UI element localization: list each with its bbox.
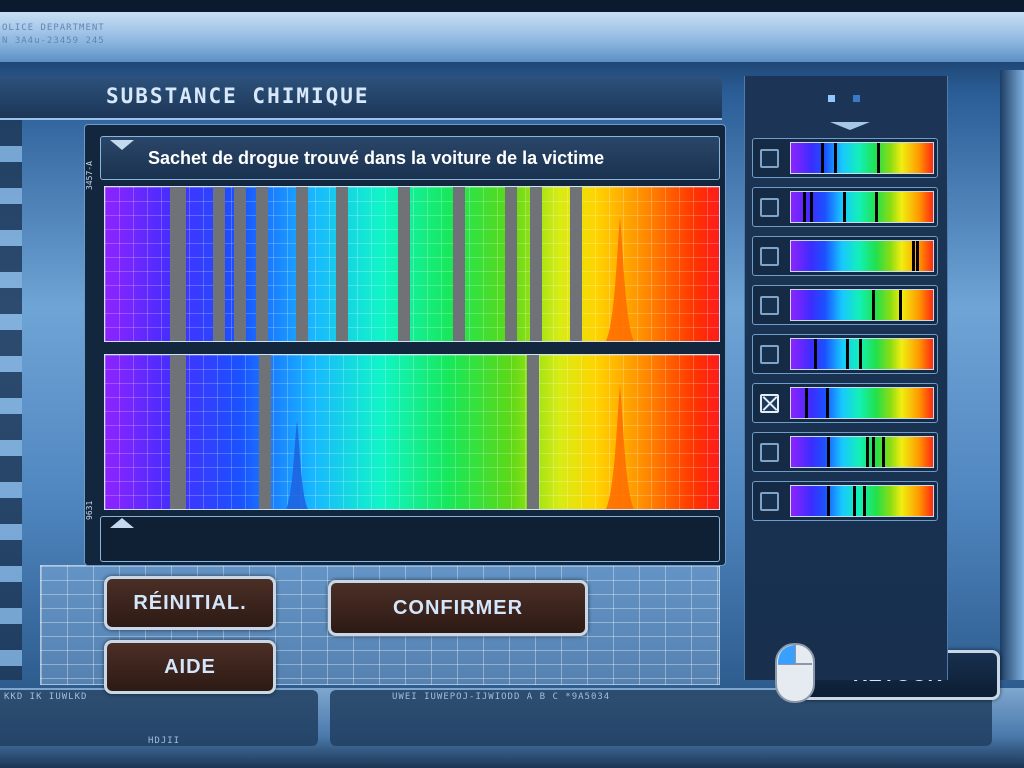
help-button[interactable]: AIDE	[104, 640, 276, 694]
substance-spectrum-thumbnail	[790, 191, 934, 223]
spectrum-line	[872, 290, 875, 320]
checkbox[interactable]	[760, 296, 779, 315]
spectrum-line	[877, 143, 880, 173]
result-strip	[100, 516, 720, 562]
bottom-mid-text: UWEI IUWEPOJ-IJWIODD A B C *9A5034	[392, 692, 611, 702]
substance-spectrum-thumbnail	[790, 338, 934, 370]
spectrum-line	[834, 143, 837, 173]
spectrum-line	[827, 437, 830, 467]
page-title: SUBSTANCE CHIMIQUE	[106, 84, 370, 108]
right-edge-decoration	[1000, 70, 1024, 680]
substance-spectrum-thumbnail	[790, 142, 934, 174]
checkbox[interactable]	[760, 198, 779, 217]
corner-text-line-1: OLICE DEPARTMENT	[2, 23, 105, 33]
side-label-top: 3457-A	[85, 161, 94, 190]
spectrum-line	[859, 339, 862, 369]
reference-peak-2-icon	[605, 385, 635, 509]
spectrum-line	[803, 192, 806, 222]
spectrum-line	[863, 486, 866, 516]
sample-spectrum-band	[336, 187, 348, 341]
substance-spectrum-thumbnail	[790, 436, 934, 468]
substance-list-item[interactable]	[752, 138, 938, 178]
spectrum-line	[853, 486, 856, 516]
sample-spectrum-band	[234, 187, 246, 341]
spectrum-line	[843, 192, 846, 222]
sample-spectrum-band	[453, 187, 465, 341]
substance-spectrum-thumbnail	[790, 485, 934, 517]
reference-spectrum	[104, 354, 720, 510]
mouse-icon	[775, 643, 815, 703]
checkbox[interactable]	[760, 345, 779, 364]
checkbox[interactable]	[760, 443, 779, 462]
sample-spectrum-band	[256, 187, 268, 341]
side-label-bottom: 9631	[85, 500, 94, 520]
substance-list-item[interactable]	[752, 285, 938, 325]
substance-list-item[interactable]	[752, 334, 938, 374]
sample-spectrum-band	[213, 187, 225, 341]
reference-peak-icon	[285, 421, 309, 509]
substance-list-item[interactable]	[752, 432, 938, 472]
checkbox-checked[interactable]	[760, 394, 779, 413]
corner-text-line-2: N 3A4u-23459 245	[2, 36, 105, 46]
substance-list-item[interactable]	[752, 481, 938, 521]
scroll-down-arrow-icon[interactable]	[110, 518, 134, 528]
page-indicator	[828, 95, 860, 102]
spectrum-line	[814, 339, 817, 369]
confirm-button[interactable]: CONFIRMER	[328, 580, 588, 636]
sample-spectrum-band	[505, 187, 517, 341]
reference-spectrum-band	[170, 355, 186, 509]
sample-spectrum-band	[170, 187, 186, 341]
spectrum-line	[866, 437, 869, 467]
reference-spectrum-band	[259, 355, 271, 509]
sample-peak-icon	[605, 217, 635, 341]
checkbox[interactable]	[760, 149, 779, 168]
sample-spectrum-band	[296, 187, 308, 341]
scroll-up-arrow-icon[interactable]	[110, 140, 134, 150]
checkbox[interactable]	[760, 247, 779, 266]
substance-list-item[interactable]	[752, 187, 938, 227]
spectrum-line	[805, 388, 808, 418]
bottom-left-text: KKD IK IUWLKD	[4, 692, 88, 702]
substance-spectrum-thumbnail	[790, 387, 934, 419]
sample-spectrum-band	[530, 187, 542, 341]
reset-button[interactable]: RÉINITIAL.	[104, 576, 276, 630]
sample-spectrum-band	[570, 187, 582, 341]
spectrum-line	[912, 241, 915, 271]
substance-spectrum-thumbnail	[790, 240, 934, 272]
checkbox[interactable]	[760, 492, 779, 511]
spectrum-line	[916, 241, 919, 271]
sample-spectrum	[104, 186, 720, 342]
substance-spectrum-thumbnail	[790, 289, 934, 321]
spectrum-line	[872, 437, 875, 467]
spectrum-line	[810, 192, 813, 222]
spectrum-line	[821, 143, 824, 173]
spectrum-line	[875, 192, 878, 222]
header-band	[0, 12, 1024, 62]
sample-spectrum-band	[398, 187, 410, 341]
top-strip	[0, 0, 1024, 12]
spectrum-line	[826, 388, 829, 418]
reference-spectrum-band	[527, 355, 539, 509]
film-strip-decoration	[0, 120, 22, 680]
spectrum-line	[899, 290, 902, 320]
substance-list-item[interactable]	[752, 383, 938, 423]
list-scroll-up-icon[interactable]	[830, 122, 870, 130]
spectrum-line	[827, 486, 830, 516]
spectrum-line	[882, 437, 885, 467]
bottom-sub-text: HDJII	[148, 736, 181, 746]
evidence-caption: Sachet de drogue trouvé dans la voiture …	[148, 148, 605, 168]
corner-text: OLICE DEPARTMENT N 3A4u-23459 245	[2, 22, 105, 48]
substance-list-item[interactable]	[752, 236, 938, 276]
spectrum-line	[846, 339, 849, 369]
